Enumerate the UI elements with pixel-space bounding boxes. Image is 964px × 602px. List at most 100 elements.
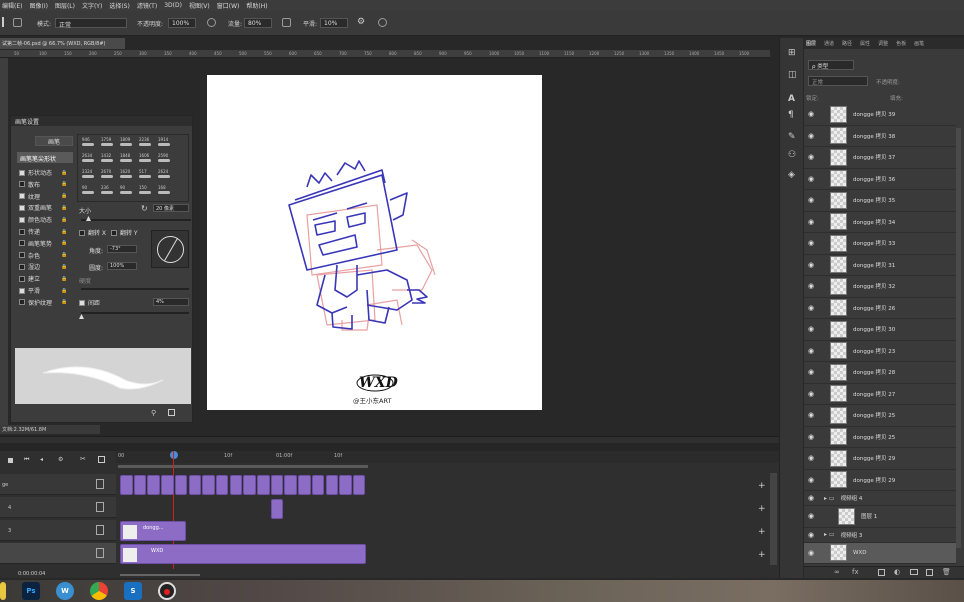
brush-option-checkbox[interactable] <box>19 252 25 259</box>
smoothing-input[interactable]: 10% <box>320 18 348 28</box>
adjustment-layer-icon[interactable]: ◐ <box>894 568 900 576</box>
brush-tip-size[interactable]: 2670 <box>101 169 111 174</box>
brush-option-checkbox[interactable] <box>19 193 25 200</box>
brush-icon[interactable]: ✎ <box>788 132 796 142</box>
brush-option-checkbox[interactable] <box>19 240 25 247</box>
frame-clip[interactable] <box>298 475 311 495</box>
frame-clip[interactable] <box>311 475 325 495</box>
brush-presets-button[interactable]: 画笔 <box>35 136 73 146</box>
frame-clip[interactable] <box>257 475 270 495</box>
playhead-handle[interactable] <box>170 451 178 459</box>
first-frame-icon[interactable]: ⏮ <box>24 456 29 464</box>
brush-option-checkbox[interactable] <box>19 204 25 211</box>
roundness-input[interactable]: 100% <box>107 262 137 270</box>
brush-tip-size[interactable]: 1848 <box>120 153 130 158</box>
record-icon[interactable] <box>158 582 176 600</box>
split-icon[interactable]: ✂ <box>80 455 86 463</box>
clone-source-icon[interactable]: ⚇ <box>788 150 796 160</box>
track-1-options-icon[interactable] <box>96 479 104 489</box>
airbrush-icon[interactable] <box>282 18 291 27</box>
character-icon[interactable]: A <box>788 94 795 104</box>
layer-row[interactable]: ◉ dongge 拷贝 26 <box>804 298 956 319</box>
stop-icon[interactable] <box>8 458 13 463</box>
add-media-track-4-icon[interactable]: + <box>758 550 766 560</box>
brush-option-11[interactable]: 保护纹理 🔒 <box>19 298 67 307</box>
layer-row[interactable]: ◉ dongge 拷贝 28 <box>804 362 956 384</box>
info-icon[interactable]: ◫ <box>788 70 797 80</box>
visibility-eye-icon[interactable]: ◉ <box>804 512 818 520</box>
layers-scrollbar[interactable] <box>956 128 961 548</box>
layer-row[interactable]: ◉ dongge 拷贝 34 <box>804 212 956 233</box>
brush-option-8[interactable]: 湿边 🔒 <box>19 262 67 271</box>
new-brush-icon[interactable]: ⚲ <box>151 409 156 417</box>
flip-y-box[interactable] <box>111 229 117 236</box>
brush-tip-size[interactable]: 2634 <box>82 153 92 158</box>
app-s-icon[interactable]: S <box>124 582 142 600</box>
brush-tip-size[interactable]: 1432 <box>101 153 111 158</box>
flow-input[interactable]: 80% <box>244 18 272 28</box>
brush-tip-preview[interactable] <box>120 143 132 146</box>
menu-window[interactable]: 窗口(W) <box>217 1 240 10</box>
layer-row[interactable]: ◉ WXD <box>804 542 956 564</box>
brush-tip-size[interactable]: 236 <box>101 185 109 190</box>
app-w-icon[interactable]: W <box>56 582 74 600</box>
opacity-input[interactable]: 100% <box>168 18 196 28</box>
wxd-clip[interactable]: WXD <box>120 544 366 564</box>
menu-image[interactable]: 图像(I) <box>29 1 47 10</box>
tab-layers[interactable]: 图层 <box>804 40 816 47</box>
lock-icon[interactable]: 🔒 <box>61 299 67 305</box>
visibility-eye-icon[interactable]: ◉ <box>804 196 818 204</box>
layer-row[interactable]: ◉ dongge 拷贝 29 <box>804 448 956 470</box>
brush-option-4[interactable]: 颜色动态 🔒 <box>19 215 67 224</box>
tab-channels[interactable]: 通道 <box>822 40 834 47</box>
spacing-box[interactable] <box>79 299 85 306</box>
brush-tip-preview[interactable] <box>158 159 170 162</box>
brush-tip-size[interactable]: 1606 <box>139 153 149 158</box>
brush-option-2[interactable]: 纹理 🔒 <box>19 192 67 201</box>
paragraph-icon[interactable]: ¶ <box>788 110 794 120</box>
layer-row[interactable]: ◉ dongge 拷贝 36 <box>804 169 956 190</box>
frame-clip[interactable] <box>352 475 366 495</box>
tab-swatches[interactable]: 色板 <box>894 40 906 47</box>
brush-option-checkbox[interactable] <box>19 287 25 294</box>
document-tab[interactable]: 试第二帧-06.psd @ 66.7% (WXD, RGB/8#) <box>0 38 125 49</box>
visibility-eye-icon[interactable]: ◉ <box>804 132 818 140</box>
brush-option-checkbox[interactable] <box>19 169 25 176</box>
brush-tip-size[interactable]: 946 <box>82 137 90 142</box>
brush-tip-size[interactable]: 1809 <box>120 137 130 142</box>
brush-option-checkbox[interactable] <box>19 181 25 188</box>
brush-option-checkbox[interactable] <box>19 299 25 306</box>
frame-clip[interactable] <box>188 475 201 495</box>
layer-row[interactable]: ◉ dongge 拷贝 23 <box>804 341 956 362</box>
reset-icon[interactable]: ↻ <box>141 204 148 213</box>
brush-tip-preview[interactable] <box>101 159 113 162</box>
track-4-clip[interactable] <box>271 499 283 519</box>
brush-tip-preview[interactable] <box>158 175 170 178</box>
brush-tip-shape-item[interactable]: 画笔笔尖形状 <box>17 152 73 163</box>
track-row-3[interactable]: 3 <box>0 520 116 541</box>
menu-help[interactable]: 帮助(H) <box>246 1 267 10</box>
brush-tip-size[interactable]: 517 <box>139 169 147 174</box>
visibility-eye-icon[interactable]: ◉ <box>804 454 818 462</box>
brush-option-3[interactable]: 双重画笔 🔒 <box>19 203 67 212</box>
layer-row[interactable]: ◉ dongge 拷贝 38 <box>804 126 956 147</box>
track-3-options-icon[interactable] <box>96 525 104 535</box>
add-media-track-2-icon[interactable]: + <box>758 504 766 514</box>
lock-icon[interactable]: 🔒 <box>61 181 67 187</box>
layer-style-icon[interactable]: fx <box>852 568 859 576</box>
add-media-track-1-icon[interactable]: + <box>758 481 766 491</box>
delete-layer-icon[interactable]: 🗑 <box>942 568 951 576</box>
hardness-slider[interactable] <box>81 288 189 290</box>
angle-roundness-widget[interactable] <box>151 230 189 268</box>
layer-row[interactable]: ◉ dongge 拷贝 33 <box>804 233 956 255</box>
brush-tip-preview[interactable] <box>120 175 132 178</box>
brush-tip-preview[interactable] <box>139 143 151 146</box>
track-row-4[interactable] <box>0 543 116 564</box>
brush-tip-size[interactable]: 1914 <box>158 137 168 142</box>
brush-tip-preview[interactable] <box>139 191 151 194</box>
brush-tip-size[interactable]: 90 <box>82 185 87 190</box>
flip-x-checkbox[interactable]: 翻转 X <box>79 228 106 237</box>
visibility-eye-icon[interactable]: ◉ <box>804 218 818 226</box>
layer-row[interactable]: ◉ dongge 拷贝 32 <box>804 276 956 298</box>
visibility-eye-icon[interactable]: ◉ <box>804 153 818 161</box>
